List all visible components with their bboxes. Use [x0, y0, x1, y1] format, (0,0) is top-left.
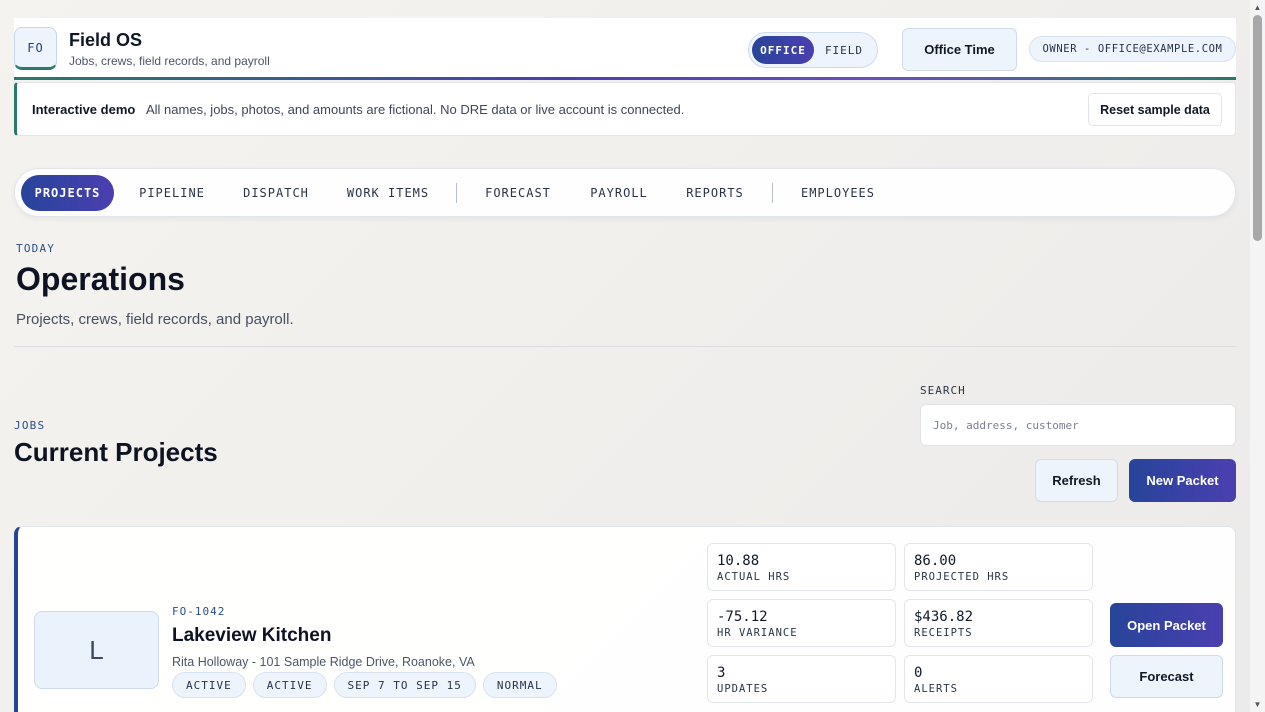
demo-banner: Interactive demo All names, jobs, photos…: [14, 82, 1236, 136]
stat-label: UPDATES: [717, 683, 769, 695]
forecast-button[interactable]: Forecast: [1110, 655, 1223, 698]
tab-reports[interactable]: REPORTS: [675, 175, 755, 211]
project-status-chips: ACTIVE ACTIVE SEP 7 TO SEP 15 NORMAL: [172, 672, 557, 698]
stat-value: 3: [717, 665, 726, 681]
stat-value: 86.00: [914, 553, 957, 569]
search-label: SEARCH: [920, 384, 966, 397]
stat-alerts: 0 ALERTS: [904, 655, 1093, 703]
project-code: FO-1042: [172, 605, 226, 618]
app-subtitle: Jobs, crews, field records, and payroll: [69, 54, 270, 68]
tab-divider: [456, 183, 457, 203]
demo-banner-label: Interactive demo: [32, 102, 136, 117]
tab-pipeline[interactable]: PIPELINE: [127, 175, 217, 211]
scroll-down-arrow-icon[interactable]: ▼: [1252, 699, 1263, 710]
tab-forecast[interactable]: FORECAST: [473, 175, 563, 211]
owner-account-chip[interactable]: OWNER - OFFICE@EXAMPLE.COM: [1029, 36, 1236, 62]
scrollbar-thumb[interactable]: [1253, 15, 1262, 241]
open-packet-button[interactable]: Open Packet: [1110, 603, 1223, 647]
status-chip: ACTIVE: [172, 672, 246, 698]
project-avatar: L: [34, 611, 159, 689]
stat-projected-hours: 86.00 PROJECTED HRS: [904, 543, 1093, 591]
page-subtitle: Projects, crews, field records, and payr…: [16, 311, 294, 328]
tab-projects[interactable]: PROJECTS: [21, 175, 114, 211]
project-card[interactable]: L FO-1042 Lakeview Kitchen Rita Holloway…: [14, 526, 1236, 712]
stat-label: PROJECTED HRS: [914, 571, 1010, 583]
stat-label: ALERTS: [914, 683, 958, 695]
tab-employees[interactable]: EMPLOYEES: [791, 175, 885, 211]
page-eyebrow: TODAY: [16, 242, 56, 255]
date-range-chip: SEP 7 TO SEP 15: [333, 672, 476, 698]
mode-toggle: OFFICE FIELD: [748, 32, 878, 68]
demo-banner-text: All names, jobs, photos, and amounts are…: [146, 102, 685, 117]
jobs-title: Current Projects: [14, 437, 218, 467]
refresh-button[interactable]: Refresh: [1035, 459, 1118, 502]
stat-actual-hours: 10.88 ACTUAL HRS: [707, 543, 896, 591]
mode-field-button[interactable]: FIELD: [814, 36, 874, 64]
stat-value: -75.12: [717, 609, 768, 625]
section-divider: [14, 346, 1236, 347]
project-address: Rita Holloway - 101 Sample Ridge Drive, …: [172, 655, 475, 669]
mode-office-button[interactable]: OFFICE: [752, 36, 814, 64]
stat-value: $436.82: [914, 609, 974, 625]
tab-dispatch[interactable]: DISPATCH: [231, 175, 321, 211]
scroll-up-arrow-icon[interactable]: ▲: [1252, 2, 1263, 13]
stat-value: 10.88: [717, 553, 760, 569]
stat-label: HR VARIANCE: [717, 627, 798, 639]
page-scrollbar[interactable]: ▲ ▼: [1250, 0, 1265, 712]
app-title: Field OS: [69, 30, 143, 50]
tab-work-items[interactable]: WORK ITEMS: [337, 175, 439, 211]
office-time-button[interactable]: Office Time: [902, 28, 1017, 71]
priority-chip: NORMAL: [482, 672, 557, 698]
stat-updates: 3 UPDATES: [707, 655, 896, 703]
reset-sample-data-button[interactable]: Reset sample data: [1088, 93, 1222, 126]
page-title: Operations: [16, 261, 185, 297]
jobs-eyebrow: JOBS: [14, 419, 46, 432]
tab-payroll[interactable]: PAYROLL: [579, 175, 659, 211]
stat-hour-variance: -75.12 HR VARIANCE: [707, 599, 896, 647]
stat-receipts: $436.82 RECEIPTS: [904, 599, 1093, 647]
new-packet-button[interactable]: New Packet: [1129, 459, 1236, 502]
app-header: FO Field OS Jobs, crews, field records, …: [14, 18, 1236, 80]
project-name[interactable]: Lakeview Kitchen: [172, 625, 331, 647]
search-input[interactable]: [920, 404, 1236, 446]
stat-label: RECEIPTS: [914, 627, 973, 639]
app-logo: FO: [14, 27, 57, 70]
stat-value: 0: [914, 665, 923, 681]
tab-divider: [772, 183, 773, 203]
status-chip: ACTIVE: [252, 672, 327, 698]
main-tab-bar: PROJECTS PIPELINE DISPATCH WORK ITEMS FO…: [14, 168, 1236, 217]
stat-label: ACTUAL HRS: [717, 571, 791, 583]
